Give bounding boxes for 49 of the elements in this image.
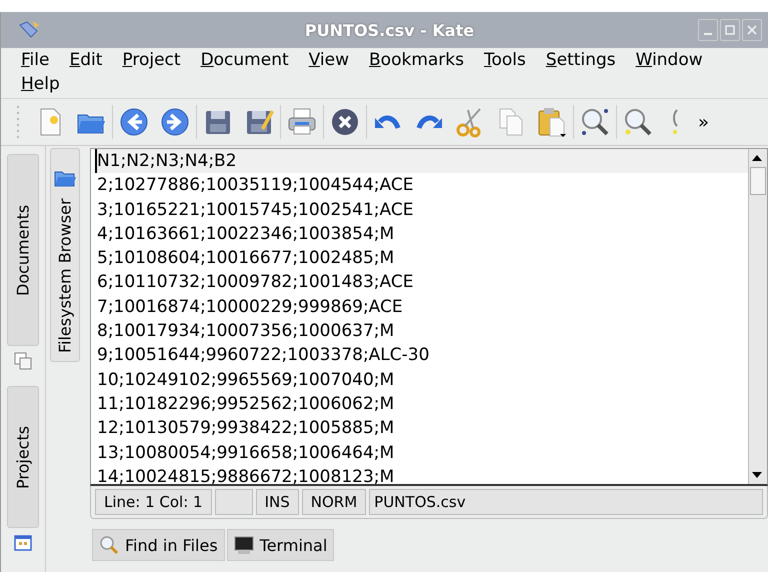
sidebar-tab[interactable]: Documents <box>7 154 39 346</box>
menu-item[interactable]: View <box>308 50 349 70</box>
menu-item[interactable]: Settings <box>546 50 616 70</box>
toolbar-overflow-button[interactable]: » <box>698 112 710 132</box>
code-line: 5;10108604;10016677;1002485;M <box>97 247 396 270</box>
menu-item[interactable]: Edit <box>69 50 102 70</box>
code-line: 10;10249102;9965569;1007040;M <box>97 368 396 392</box>
insert-mode: INS <box>256 489 299 515</box>
code-line: 7;10016874;10000229;999869;ACE <box>97 296 404 319</box>
minimize-icon <box>704 33 712 35</box>
projects-icon[interactable] <box>14 534 32 552</box>
menu-item[interactable]: File <box>21 50 50 70</box>
file-name: PUNTOS.csv <box>369 489 763 515</box>
code-line: 2;10277886;10035119;1004544;ACE <box>97 174 414 198</box>
tool-tab[interactable]: Terminal <box>226 529 334 561</box>
menu-item[interactable]: Help <box>21 74 60 94</box>
menu-item[interactable]: Bookmarks <box>369 50 464 70</box>
cursor-position: Line: 1 Col: 1 <box>95 489 212 515</box>
text-editor[interactable] <box>90 148 768 486</box>
tool-tab[interactable]: Find in Files <box>92 529 225 561</box>
menu-item[interactable]: Window <box>636 50 703 70</box>
close-icon <box>747 25 757 35</box>
menu-item[interactable]: Document <box>200 50 289 70</box>
input-mode: NORM <box>302 489 366 515</box>
scrollbar-thumb[interactable] <box>750 167 766 195</box>
menu-item[interactable]: Tools <box>484 50 526 70</box>
terminal-icon <box>234 535 254 555</box>
back-icon[interactable] <box>118 106 150 138</box>
status-field <box>214 489 253 515</box>
close-icon[interactable] <box>329 106 361 138</box>
code-line: 4;10163661;10022346;1003854;M <box>97 222 396 246</box>
code-line: 8;10017934;10007356;1000637;M <box>97 320 396 344</box>
find-icon[interactable] <box>579 106 611 138</box>
paste-icon[interactable] <box>536 106 568 138</box>
code-line: 12;10130579;9938422;1005885;M <box>97 417 396 440</box>
code-line: 9;10051644;9960722;1003378;ALC-30 <box>97 344 430 368</box>
documents-icon[interactable] <box>14 352 32 370</box>
toolbar-handle[interactable] <box>15 105 21 139</box>
forward-icon[interactable] <box>159 106 191 138</box>
code-line: 6;10110732;10009782;1001483;ACE <box>97 271 414 294</box>
window-title: PUNTOS.csv - Kate <box>304 20 476 40</box>
sidebar-tab[interactable]: Projects <box>7 386 39 528</box>
code-line: 13;10080054;9916658;1006464;M <box>97 442 396 465</box>
code-line: 3;10165221;10015745;1002541;ACE <box>97 198 414 222</box>
menu-item[interactable]: Project <box>122 50 181 70</box>
vertical-scrollbar[interactable] <box>748 149 767 484</box>
code-line: 14;10024815;9886672;1008123;M <box>97 466 396 484</box>
maximize-icon <box>725 25 735 35</box>
code-line: 11;10182296;9952562;1006062;M <box>97 392 396 416</box>
